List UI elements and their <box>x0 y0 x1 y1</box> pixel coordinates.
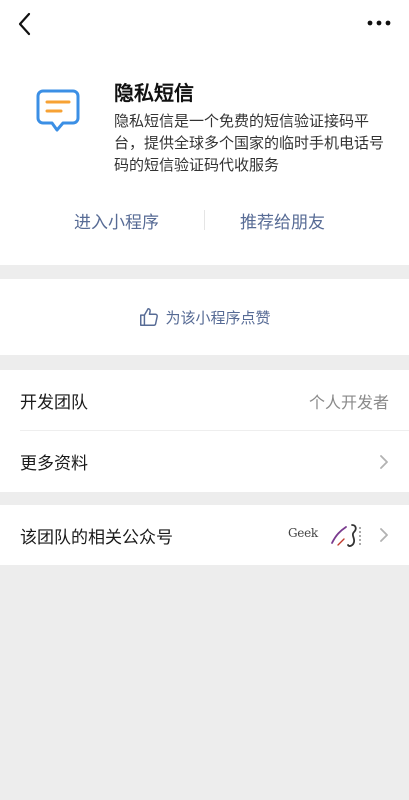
top-navigation-bar <box>0 0 409 50</box>
related-account-logo: Geek <box>288 521 364 549</box>
chevron-right-icon <box>380 455 388 469</box>
like-label: 为该小程序点赞 <box>165 308 271 327</box>
like-card: 为该小程序点赞 <box>0 279 409 355</box>
message-icon <box>36 89 80 132</box>
mini-program-profile-page: 隐私短信 隐私短信是一个免费的短信验证接码平台，提供全球多个国家的临时手机电话号… <box>0 0 409 800</box>
developer-row: 开发团队 个人开发者 <box>0 370 409 431</box>
related-account-label: 该团队的相关公众号 <box>20 528 173 548</box>
app-title: 隐私短信 <box>114 81 194 105</box>
seahorse-logo-icon <box>331 524 361 547</box>
chevron-right-icon <box>380 528 388 542</box>
related-official-account-row[interactable]: 该团队的相关公众号 Geek <box>0 505 409 565</box>
more-options-icon[interactable] <box>367 18 391 28</box>
action-divider <box>204 210 205 230</box>
developer-label: 开发团队 <box>20 393 88 413</box>
app-description: 隐私短信是一个免费的短信验证接码平台，提供全球多个国家的临时手机电话号码的短信验… <box>114 112 385 174</box>
like-button[interactable]: 为该小程序点赞 <box>0 279 409 355</box>
developer-value: 个人开发者 <box>308 393 389 412</box>
more-info-label: 更多资料 <box>20 454 88 474</box>
recommend-to-friend-button[interactable]: 推荐给朋友 <box>240 208 325 234</box>
back-arrow-icon[interactable] <box>14 10 36 38</box>
logo-text: Geek <box>288 526 318 540</box>
info-card: 开发团队 个人开发者 更多资料 <box>0 370 409 492</box>
thumbs-up-icon <box>140 308 159 326</box>
app-header-card: 隐私短信 隐私短信是一个免费的短信验证接码平台，提供全球多个国家的临时手机电话号… <box>0 50 409 265</box>
more-info-row[interactable]: 更多资料 <box>0 431 409 492</box>
enter-mini-program-button[interactable]: 进入小程序 <box>74 208 159 234</box>
